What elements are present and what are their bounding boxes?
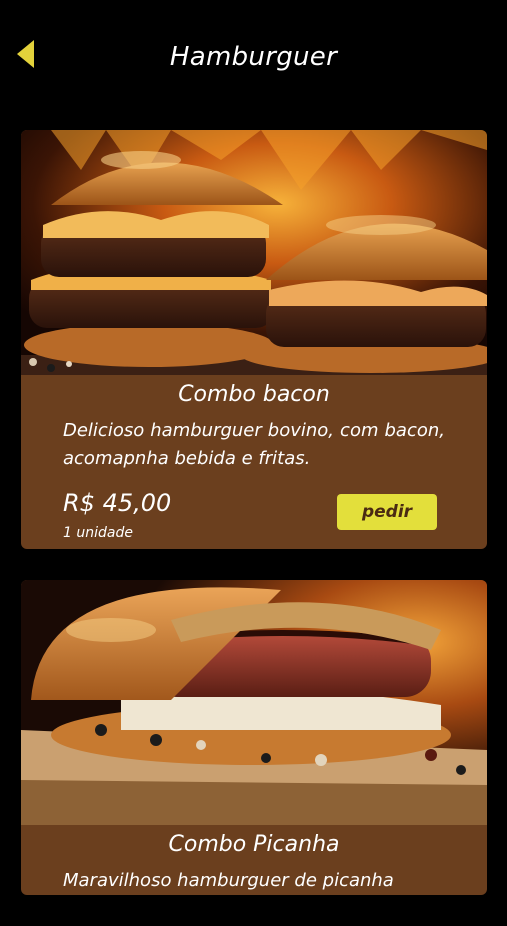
product-image [21, 130, 487, 375]
product-image [21, 580, 487, 825]
product-name: Combo bacon [178, 382, 330, 407]
order-button[interactable]: pedir [337, 494, 437, 530]
product-unit: 1 unidade [63, 525, 133, 541]
product-description: Maravilhoso hamburguer de picanha [63, 870, 394, 891]
page-title: Hamburguer [169, 42, 338, 72]
product-card: Combo Picanha Maravilhoso hamburguer de … [21, 580, 487, 895]
product-footer: R$ 45,00 1 unidade pedir [21, 479, 487, 549]
product-list: Combo bacon Delicioso hamburguer bovino,… [21, 130, 487, 926]
product-name: Combo Picanha [168, 832, 340, 857]
product-card: Combo bacon Delicioso hamburguer bovino,… [21, 130, 487, 549]
product-price: R$ 45,00 [63, 489, 172, 517]
app-header: Hamburguer [0, 0, 507, 115]
product-description: Delicioso hamburguer bovino, com bacon, … [63, 420, 445, 469]
